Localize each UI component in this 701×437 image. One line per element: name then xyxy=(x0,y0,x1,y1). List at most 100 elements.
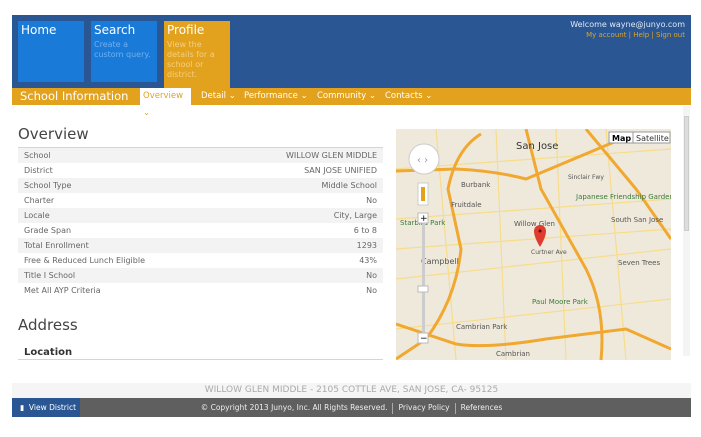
table-row: Locale City, Large xyxy=(18,208,383,223)
row-value: SAN JOSE UNIFIED xyxy=(304,166,377,175)
tab-label: Performance xyxy=(244,91,298,101)
chevron-down-icon: ⌄ xyxy=(228,91,236,101)
map-label: Japanese Friendship Garden xyxy=(575,193,671,201)
zoom-in-icon[interactable]: + xyxy=(417,212,429,224)
row-label: Title I School xyxy=(24,271,76,280)
nav-bar: School Information Overview ⌄ Detail ⌄ P… xyxy=(12,88,691,118)
button-label: View District xyxy=(28,403,77,412)
my-account-link[interactable]: My account xyxy=(586,31,626,39)
user-menu: Welcome wayne@junyo.com My account | Hel… xyxy=(570,20,685,39)
svg-text:‹ ›: ‹ › xyxy=(417,155,428,166)
overview-heading: Overview xyxy=(18,125,89,143)
svg-text:−: − xyxy=(420,334,428,344)
map-label: Sinclair Fwy xyxy=(568,174,604,181)
header: Home Search Create a custom query. Profi… xyxy=(12,15,691,88)
chevron-down-icon: ⌄ xyxy=(143,108,151,118)
tile-title: Home xyxy=(21,23,57,37)
map-type-button[interactable]: Map xyxy=(608,131,634,144)
sign-out-link[interactable]: Sign out xyxy=(656,31,685,39)
map-label: Burbank xyxy=(461,181,491,189)
table-row: School Type Middle School xyxy=(18,178,383,193)
location-heading: Location xyxy=(24,347,73,358)
map-label: San Jose xyxy=(516,141,558,152)
row-label: Total Enrollment xyxy=(24,241,89,250)
map-label: Campbell xyxy=(421,257,459,266)
chevron-down-icon: ⌄ xyxy=(368,91,377,101)
row-value: No xyxy=(366,271,377,280)
map-canvas[interactable]: San Jose Burbank Fruitdale Japanese Frie… xyxy=(396,129,671,360)
pan-control-icon[interactable]: ‹ › xyxy=(408,143,440,175)
view-district-button[interactable]: ▮ View District xyxy=(12,398,80,417)
zoom-out-icon[interactable]: − xyxy=(417,332,429,344)
row-value: No xyxy=(366,196,377,205)
row-value: 1293 xyxy=(356,241,377,250)
tile-desc: View the details for a school or distric… xyxy=(167,40,215,79)
row-label: School xyxy=(24,151,51,160)
tab-community[interactable]: Community ⌄ xyxy=(314,88,379,105)
row-value: Middle School xyxy=(321,181,377,190)
map-label: Willow Glen xyxy=(514,220,555,228)
row-value: WILLOW GLEN MIDDLE xyxy=(286,151,377,160)
map[interactable]: San Jose Burbank Fruitdale Japanese Frie… xyxy=(396,129,671,360)
svg-text:+: + xyxy=(420,214,428,224)
table-row: Free & Reduced Lunch Eligible 43% xyxy=(18,253,383,268)
tile-home[interactable]: Home xyxy=(18,21,84,82)
tab-overview[interactable]: Overview ⌄ xyxy=(140,88,191,118)
table-row: School WILLOW GLEN MIDDLE xyxy=(18,148,383,163)
row-label: District xyxy=(24,166,53,175)
divider xyxy=(18,359,383,360)
tab-performance[interactable]: Performance ⌄ xyxy=(241,88,311,105)
map-label: Fruitdale xyxy=(451,201,482,209)
street-view-icon[interactable] xyxy=(417,182,429,206)
address-heading: Address xyxy=(18,316,78,334)
row-value: 43% xyxy=(359,256,377,265)
satellite-type-button[interactable]: Satellite xyxy=(632,131,671,144)
chevron-down-icon: ⌄ xyxy=(300,91,308,101)
tile-profile[interactable]: Profile View the details for a school or… xyxy=(164,21,230,88)
table-row: Charter No xyxy=(18,193,383,208)
tile-desc: Create a custom query. xyxy=(94,40,151,59)
tab-label: Overview xyxy=(143,91,184,101)
tab-contacts[interactable]: Contacts ⌄ xyxy=(382,88,435,105)
tile-title: Profile xyxy=(167,23,205,37)
map-label: Curtner Ave xyxy=(531,249,567,256)
row-label: School Type xyxy=(24,181,72,190)
row-label: Met All AYP Criteria xyxy=(24,286,101,295)
row-label: Locale xyxy=(24,211,50,220)
tab-label: Detail xyxy=(201,91,227,101)
row-label: Charter xyxy=(24,196,55,205)
school-address: WILLOW GLEN MIDDLE - 2105 COTTLE AVE, SA… xyxy=(12,383,691,398)
scrollbar-thumb[interactable] xyxy=(684,116,689,231)
row-value: City, Large xyxy=(333,211,377,220)
footer: ▮ View District © Copyright 2013 Junyo, … xyxy=(12,398,691,417)
tile-title: Search xyxy=(94,23,136,37)
map-pin-icon[interactable] xyxy=(534,225,546,247)
tile-search[interactable]: Search Create a custom query. xyxy=(91,21,157,82)
row-label: Grade Span xyxy=(24,226,72,235)
overview-table: School WILLOW GLEN MIDDLE District SAN JOSE… xyxy=(18,147,383,298)
help-link[interactable]: Help xyxy=(633,31,649,39)
svg-text:Satellite: Satellite xyxy=(636,134,669,143)
row-label: Free & Reduced Lunch Eligible xyxy=(24,256,146,265)
welcome-text: Welcome wayne@junyo.com xyxy=(570,20,685,29)
map-label: Paul Moore Park xyxy=(532,298,589,306)
tab-label: Community xyxy=(317,91,367,101)
section-title: School Information xyxy=(20,89,129,103)
references-link[interactable]: References xyxy=(461,403,503,412)
scrollbar[interactable] xyxy=(683,106,690,356)
copyright: © Copyright 2013 Junyo, Inc. All Rights … xyxy=(200,403,388,412)
table-row: Grade Span 6 to 8 xyxy=(18,223,383,238)
tab-detail[interactable]: Detail ⌄ xyxy=(198,88,239,105)
table-row: Met All AYP Criteria No xyxy=(18,283,383,298)
table-row: District SAN JOSE UNIFIED xyxy=(18,163,383,178)
table-row: Title I School No xyxy=(18,268,383,283)
row-value: 6 to 8 xyxy=(353,226,377,235)
bookmark-icon: ▮ xyxy=(20,403,25,412)
privacy-policy-link[interactable]: Privacy Policy xyxy=(398,403,449,412)
map-label: Cambrian xyxy=(496,350,530,358)
tab-label: Contacts xyxy=(385,91,423,101)
map-label: Cambrian Park xyxy=(456,323,508,331)
zoom-slider-icon[interactable] xyxy=(417,285,429,293)
map-label: South San Jose xyxy=(611,216,663,224)
row-value: No xyxy=(366,286,377,295)
